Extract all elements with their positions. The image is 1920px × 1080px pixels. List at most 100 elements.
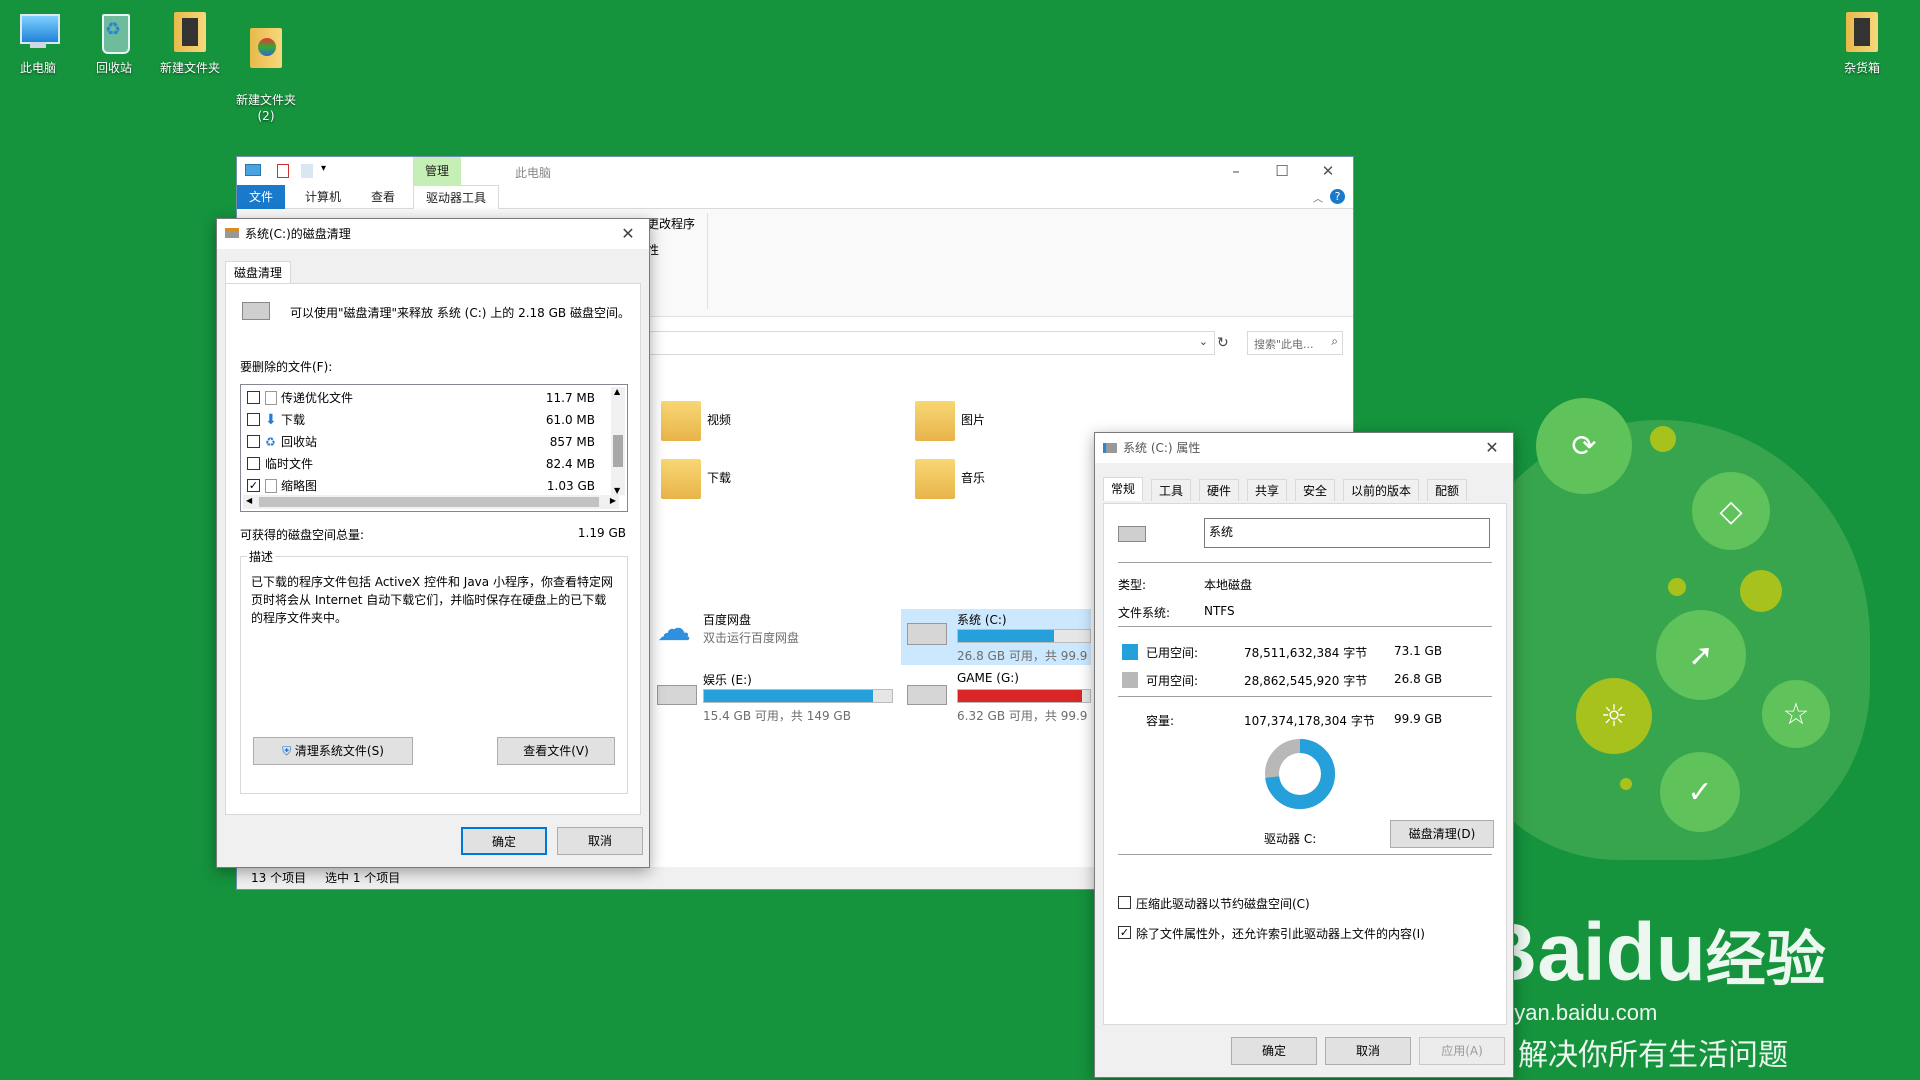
drive-name-field[interactable]: 系统 <box>1204 518 1490 548</box>
compress-label[interactable]: 压缩此驱动器以节约磁盘空间(C) <box>1136 895 1310 912</box>
drive-usage-bar <box>957 629 1091 643</box>
list-item[interactable]: 传递优化文件 11.7 MB <box>241 387 621 409</box>
watermark-jingyan: 经验 <box>1705 926 1826 993</box>
drive-icon <box>1118 526 1146 542</box>
collapse-ribbon-icon[interactable]: ︿ <box>1313 190 1323 205</box>
close-button[interactable]: ✕ <box>1305 157 1351 185</box>
properties-quick-icon[interactable] <box>277 164 289 178</box>
status-selected: 选中 1 个项目 <box>325 871 401 885</box>
search-input[interactable]: 搜索"此电... <box>1254 336 1314 352</box>
close-button[interactable]: ✕ <box>613 219 643 249</box>
tab-drive-tools[interactable]: 驱动器工具 <box>413 185 500 209</box>
tab-hardware[interactable]: 硬件 <box>1199 479 1240 501</box>
desktop-icon-new-folder-2[interactable]: 新建文件夹 (2) <box>228 0 304 140</box>
index-checkbox[interactable]: ✓ <box>1118 926 1131 939</box>
help-icon[interactable]: ? <box>1330 189 1345 204</box>
desktop-icon-this-pc[interactable]: 此电脑 <box>0 0 76 76</box>
general-panel: 系统 类型: 本地磁盘 文件系统: NTFS 已用空间: 78,511,632,… <box>1103 503 1507 1025</box>
drive-item-g[interactable]: GAME (G:) 6.32 GB 可用，共 99.9 G <box>901 669 1091 725</box>
explorer-titlebar: ▾ 管理 此电脑 – ☐ ✕ <box>237 157 1353 185</box>
refresh-icon[interactable]: ↻ <box>1217 335 1229 351</box>
location-baidu-netdisk[interactable]: ☁ 百度网盘 双击运行百度网盘 <box>657 609 897 661</box>
view-files-button[interactable]: 查看文件(V) <box>497 737 615 765</box>
tab-tools[interactable]: 工具 <box>1151 479 1192 501</box>
horizontal-scrollbar[interactable]: ◀ ▶ <box>243 495 619 509</box>
file-checkbox[interactable] <box>247 413 260 426</box>
tab-general[interactable]: 常规 <box>1103 477 1144 501</box>
used-label: 已用空间: <box>1146 646 1199 660</box>
list-item[interactable]: 临时文件 82.4 MB <box>241 453 621 475</box>
vertical-scrollbar[interactable]: ▲ ▼ <box>611 387 625 495</box>
drive-name: GAME (G:) <box>957 671 1019 685</box>
wallpaper-dot <box>1620 778 1632 790</box>
scroll-left-icon[interactable]: ◀ <box>246 496 252 505</box>
recycle-bin-icon <box>90 8 138 56</box>
list-item[interactable]: ♻ 回收站 857 MB <box>241 431 621 453</box>
scroll-up-icon[interactable]: ▲ <box>614 387 620 396</box>
scroll-down-icon[interactable]: ▼ <box>614 486 620 495</box>
download-arrow-icon: ⬇ <box>265 412 277 428</box>
new-folder-quick-icon[interactable] <box>301 164 313 178</box>
wallpaper-dot <box>1668 578 1686 596</box>
video-folder-icon <box>661 401 701 441</box>
cancel-button[interactable]: 取消 <box>1325 1037 1411 1065</box>
desktop-icon-recycle-bin[interactable]: 回收站 <box>76 0 152 76</box>
desktop-icon-new-folder[interactable]: 新建文件夹 <box>152 0 228 76</box>
ok-button[interactable]: 确定 <box>461 827 547 855</box>
file-checkbox[interactable] <box>247 435 260 448</box>
dialog-titlebar: 系统 (C:) 属性 ✕ <box>1095 433 1513 463</box>
file-name: 下载 <box>281 413 306 427</box>
file-size: 857 MB <box>549 435 595 449</box>
chevron-down-icon[interactable]: ⌄ <box>1199 335 1208 348</box>
file-checkbox[interactable]: ✓ <box>247 479 260 492</box>
desktop-icon-misc[interactable]: 杂货箱 <box>1824 0 1900 76</box>
minimize-button[interactable]: – <box>1213 157 1259 185</box>
separator <box>1118 562 1492 563</box>
list-item[interactable]: ✓ 缩略图 1.03 GB <box>241 475 621 497</box>
list-item[interactable]: ⬇ 下载 61.0 MB <box>241 409 621 431</box>
tab-previous-versions[interactable]: 以前的版本 <box>1343 479 1420 501</box>
index-label[interactable]: 除了文件属性外，还允许索引此驱动器上文件的内容(I) <box>1136 925 1425 942</box>
ok-button[interactable]: 确定 <box>1231 1037 1317 1065</box>
drive-sub: 15.4 GB 可用，共 149 GB <box>703 709 851 723</box>
close-button[interactable]: ✕ <box>1477 433 1507 463</box>
maximize-button[interactable]: ☐ <box>1259 157 1305 185</box>
check-icon: ✓ <box>1687 774 1713 810</box>
file-checkbox[interactable] <box>247 457 260 470</box>
desktop-icon-label: 新建文件夹 <box>159 61 220 75</box>
cancel-button[interactable]: 取消 <box>557 827 643 855</box>
ribbon-item-change-program[interactable]: 更改程序 <box>647 215 695 232</box>
recycle-bin-icon: ♻ <box>265 435 276 449</box>
search-box[interactable]: 搜索"此电... ⌕ <box>1247 331 1343 355</box>
drive-item-e[interactable]: 娱乐 (E:) 15.4 GB 可用，共 149 GB <box>657 669 897 725</box>
tab-computer[interactable]: 计算机 <box>293 185 353 209</box>
search-icon[interactable]: ⌕ <box>1331 334 1338 349</box>
tab-quota[interactable]: 配额 <box>1427 479 1468 501</box>
downloads-folder-icon <box>661 459 701 499</box>
clean-system-files-button[interactable]: ⛨ 清理系统文件(S) <box>253 737 413 765</box>
apply-button[interactable]: 应用(A) <box>1419 1037 1505 1065</box>
disk-cleanup-button[interactable]: 磁盘清理(D) <box>1390 820 1494 848</box>
folder-label: 图片 <box>961 413 986 427</box>
tab-disk-cleanup[interactable]: 磁盘清理 <box>225 261 292 283</box>
type-label: 类型: <box>1118 578 1147 592</box>
status-item-count: 13 个项目 <box>251 871 307 885</box>
tab-manage[interactable]: 管理 <box>413 157 462 185</box>
scroll-right-icon[interactable]: ▶ <box>610 496 616 505</box>
total-label: 可获得的磁盘空间总量: <box>240 528 365 542</box>
scrollbar-thumb[interactable] <box>613 435 623 467</box>
type-value: 本地磁盘 <box>1204 578 1253 592</box>
tab-security[interactable]: 安全 <box>1295 479 1336 501</box>
scrollbar-thumb[interactable] <box>259 497 599 507</box>
tab-sharing[interactable]: 共享 <box>1247 479 1288 501</box>
drive-item-c[interactable]: 系统 (C:) 26.8 GB 可用，共 99.9 G <box>901 609 1091 665</box>
file-checkbox[interactable] <box>247 391 260 404</box>
dialog-title: 系统 (C:) 属性 <box>1123 441 1201 455</box>
quick-access-dropdown-icon[interactable]: ▾ <box>321 163 326 174</box>
compress-checkbox[interactable] <box>1118 896 1131 909</box>
tab-file[interactable]: 文件 <box>237 185 286 209</box>
files-list[interactable]: 传递优化文件 11.7 MB ⬇ 下载 61.0 MB ♻ 回收站 857 MB… <box>240 384 628 512</box>
tab-view[interactable]: 查看 <box>359 185 407 209</box>
folder-label: 下载 <box>707 471 732 485</box>
desktop-icon-label: 新建文件夹 (2) <box>235 93 296 123</box>
